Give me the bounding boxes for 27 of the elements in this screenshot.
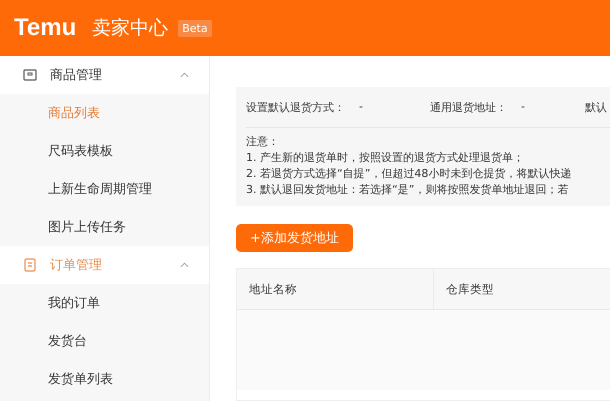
clipboard-icon	[22, 257, 38, 273]
menu-item[interactable]: 图片上传任务	[0, 208, 209, 246]
menu-item[interactable]: 我的订单	[0, 284, 209, 322]
app-title: 卖家中心	[92, 16, 168, 41]
field-value: -	[521, 100, 525, 114]
menu-group[interactable]: 商品管理	[0, 56, 209, 94]
column-header: 地址名称	[237, 269, 434, 309]
field-label: 设置默认退货方式：	[246, 100, 345, 114]
note-text: 注意：	[246, 134, 280, 150]
note-text: 3. 默认退回发货地址：若选择“是”，则将按照发货单地址退回；若	[246, 182, 570, 198]
field-value: -	[359, 100, 363, 114]
note-text: 1. 产生新的退货单时，按照设置的退货方式处理退货单；	[246, 150, 525, 166]
chevron-up-icon	[180, 72, 189, 78]
field-label: 默认	[585, 100, 607, 114]
menu-item[interactable]: 发货台	[0, 322, 209, 360]
menu-item[interactable]: 发货单列表	[0, 360, 209, 398]
box-icon	[22, 67, 38, 83]
note-text: 2. 若退货方式选择“自提”，但超过48小时未到仓提货，将默认快递	[246, 166, 572, 182]
menu-group-label: 商品管理	[50, 67, 103, 84]
menu-item[interactable]: 上新生命周期管理	[0, 170, 209, 208]
field-label: 通用退货地址：	[430, 100, 507, 114]
beta-badge: Beta	[178, 20, 212, 36]
chevron-up-icon	[180, 262, 189, 268]
column-header: 仓库类型	[445, 280, 495, 298]
menu-item[interactable]: 尺码表模板	[0, 132, 209, 170]
logo: Temu	[14, 14, 76, 42]
menu-group-label: 订单管理	[50, 257, 103, 274]
